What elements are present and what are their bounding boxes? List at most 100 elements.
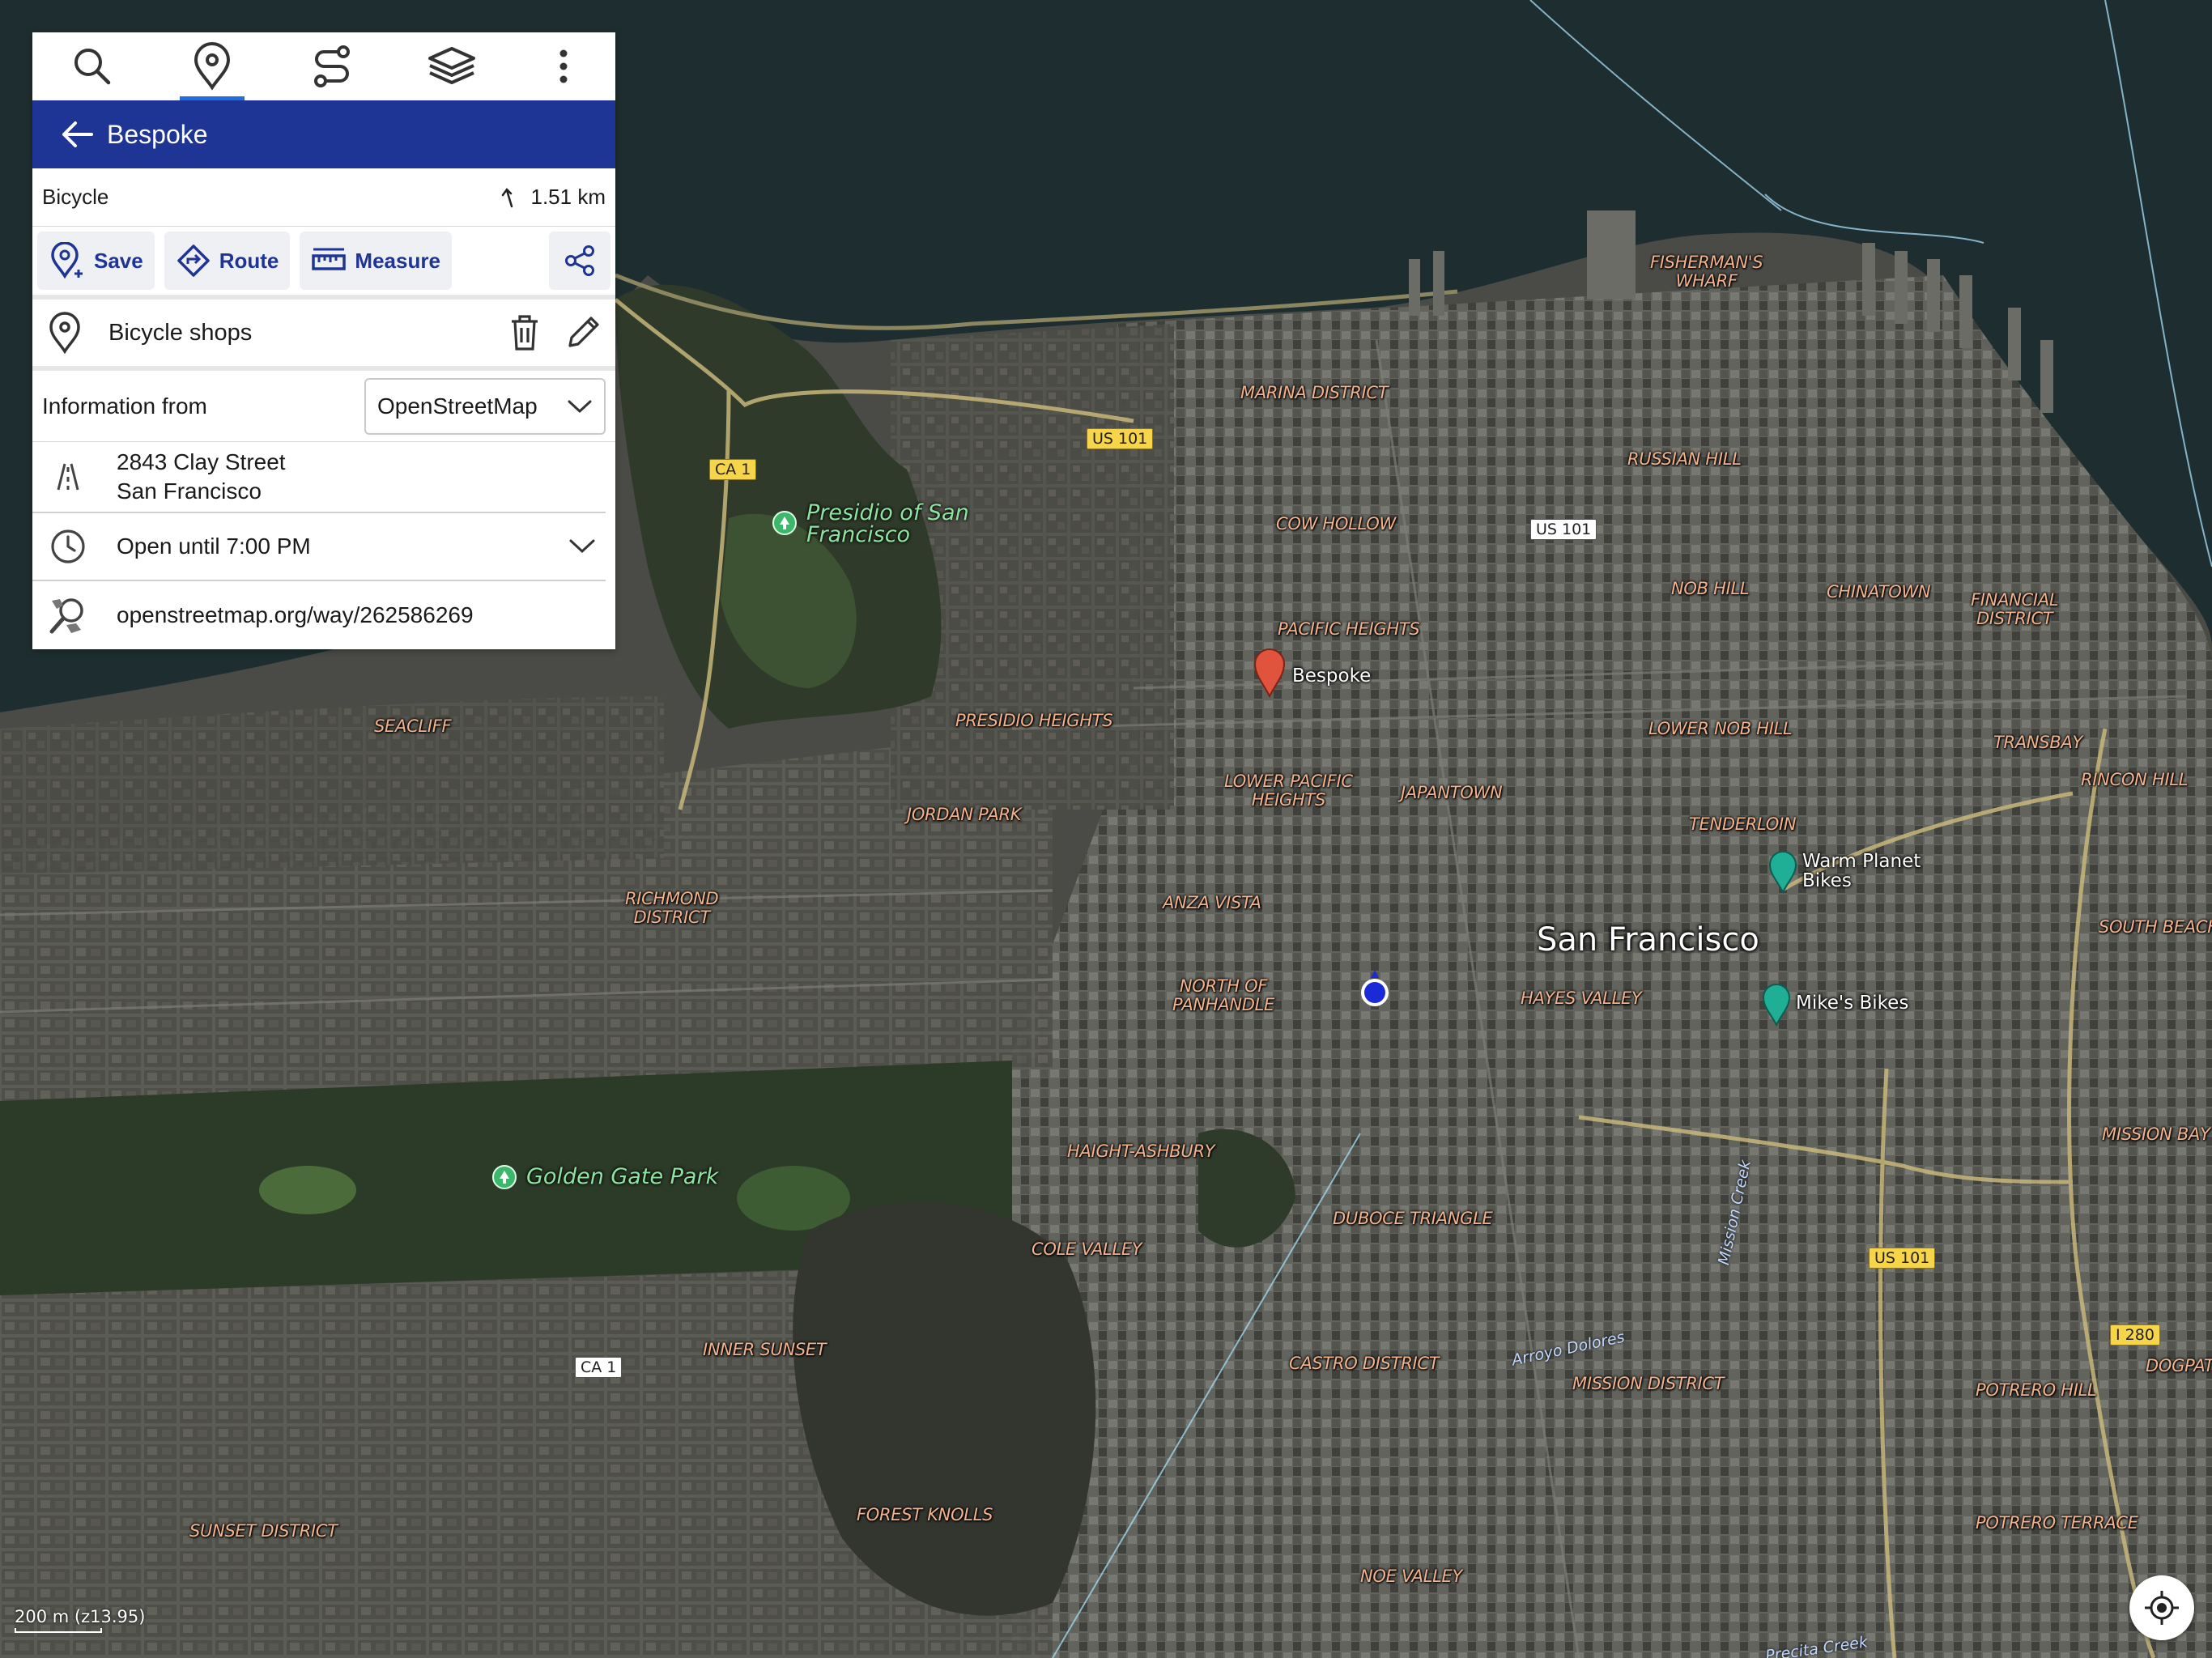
clock-icon bbox=[42, 528, 94, 565]
poi-label-bespoke: Bespoke bbox=[1292, 665, 1372, 687]
district-label: FINANCIAL DISTRICT bbox=[1971, 590, 2059, 628]
address-line2: San Francisco bbox=[117, 478, 262, 504]
opening-hours: Open until 7:00 PM bbox=[117, 534, 311, 559]
district-label: ANZA VISTA bbox=[1163, 893, 1261, 912]
osm-link[interactable]: openstreetmap.org/way/262586269 bbox=[117, 602, 474, 628]
chevron-down-icon bbox=[568, 400, 592, 413]
locate-me-button[interactable] bbox=[2129, 1575, 2194, 1640]
district-label: POTRERO TERRACE bbox=[1976, 1513, 2138, 1533]
poi-marker-mikes-bikes[interactable] bbox=[1762, 983, 1791, 1031]
park-label-presidio: Presidio of San Francisco bbox=[806, 500, 969, 547]
distance-value: 1.51 km bbox=[530, 185, 606, 209]
address-line1: 2843 Clay Street bbox=[117, 449, 286, 474]
category-label: Bicycle shops bbox=[108, 319, 253, 346]
places-tab-button[interactable] bbox=[152, 32, 272, 100]
district-label: MISSION BAY bbox=[2102, 1124, 2210, 1144]
district-label: SUNSET DISTRICT bbox=[189, 1521, 338, 1541]
city-label: San Francisco bbox=[1537, 921, 1759, 959]
poi-label-mikes-bikes: Mike's Bikes bbox=[1796, 993, 1909, 1014]
more-vertical-icon bbox=[559, 49, 568, 83]
place-type: Bicycle bbox=[42, 185, 109, 209]
panel-header: Bespoke bbox=[32, 100, 615, 168]
route-button[interactable]: Route bbox=[164, 232, 291, 290]
layers-button[interactable] bbox=[392, 32, 512, 100]
info-source-value: OpenStreetMap bbox=[377, 393, 538, 419]
directions-icon bbox=[177, 244, 210, 277]
district-label: MISSION DISTRICT bbox=[1572, 1374, 1725, 1393]
district-label: TRANSBAY bbox=[1993, 733, 2083, 752]
place-type-row: Bicycle 1.51 km bbox=[32, 168, 615, 227]
district-label: PACIFIC HEIGHTS bbox=[1278, 619, 1420, 639]
save-button[interactable]: Save bbox=[37, 232, 155, 290]
place-title: Bespoke bbox=[107, 119, 208, 149]
share-button[interactable] bbox=[549, 232, 610, 290]
map-scale: 200 m (z13.95) bbox=[15, 1607, 145, 1633]
search-button[interactable] bbox=[32, 32, 152, 100]
road-icon bbox=[42, 461, 94, 493]
action-bar: Save Route Measure bbox=[32, 227, 615, 300]
distance-indicator: 1.51 km bbox=[500, 185, 606, 210]
park-label-golden-gate: Golden Gate Park bbox=[526, 1164, 719, 1189]
district-label: TENDERLOIN bbox=[1689, 814, 1797, 834]
poi-marker-bespoke[interactable] bbox=[1253, 648, 1286, 702]
direction-arrow-icon bbox=[501, 187, 513, 207]
district-label: PRESIDIO HEIGHTS bbox=[955, 711, 1113, 730]
delete-button[interactable] bbox=[502, 313, 547, 352]
district-label: COW HOLLOW bbox=[1276, 514, 1396, 534]
crosshair-icon bbox=[2145, 1591, 2179, 1625]
info-source-label: Information from bbox=[42, 393, 207, 419]
measure-button[interactable]: Measure bbox=[300, 232, 452, 290]
district-label: NORTH OF PANHANDLE bbox=[1172, 976, 1274, 1014]
poi-marker-warm-planet-bikes[interactable] bbox=[1768, 850, 1797, 898]
search-icon bbox=[74, 49, 111, 85]
road-shield-ca1: CA 1 bbox=[709, 459, 757, 480]
district-label: JAPANTOWN bbox=[1401, 783, 1503, 802]
district-label: CASTRO DISTRICT bbox=[1289, 1354, 1440, 1373]
district-label: FISHERMAN'S WHARF bbox=[1650, 253, 1763, 291]
save-label: Save bbox=[94, 248, 143, 273]
road-shield-us101: US 101 bbox=[1087, 428, 1154, 449]
chevron-down-icon bbox=[569, 539, 595, 554]
routes-button[interactable] bbox=[272, 32, 392, 100]
district-label: CHINATOWN bbox=[1827, 582, 1931, 602]
category-row: Bicycle shops bbox=[32, 300, 615, 371]
district-label: HAYES VALLEY bbox=[1521, 988, 1642, 1008]
district-label: SOUTH BEACH bbox=[2099, 917, 2212, 937]
address-row: 2843 Clay Street San Francisco bbox=[32, 442, 606, 513]
source-link-row[interactable]: openstreetmap.org/way/262586269 bbox=[32, 581, 606, 649]
district-label: DUBOCE TRIANGLE bbox=[1333, 1209, 1493, 1228]
district-label: RINCON HILL bbox=[2081, 770, 2189, 789]
road-shield-us101: US 101 bbox=[1869, 1248, 1936, 1269]
district-label: POTRERO HILL bbox=[1976, 1380, 2097, 1400]
district-label: HAIGHT-ASHBURY bbox=[1067, 1141, 1215, 1161]
road-shield-ca1: CA 1 bbox=[575, 1357, 623, 1378]
hours-row[interactable]: Open until 7:00 PM bbox=[32, 513, 606, 581]
district-label: DOGPATCH bbox=[2146, 1356, 2212, 1375]
route-icon bbox=[314, 45, 350, 87]
district-label: FOREST KNOLLS bbox=[857, 1505, 993, 1524]
pencil-icon bbox=[568, 317, 599, 347]
more-menu-button[interactable] bbox=[512, 32, 615, 100]
info-source-select[interactable]: OpenStreetMap bbox=[364, 377, 606, 435]
park-tree-icon bbox=[492, 1165, 517, 1189]
place-details-panel: Bespoke Bicycle 1.51 km Save Route Measu… bbox=[32, 32, 615, 649]
district-label: LOWER PACIFIC HEIGHTS bbox=[1224, 772, 1353, 810]
info-source-row: Information from OpenStreetMap bbox=[32, 371, 615, 442]
district-label: COLE VALLEY bbox=[1032, 1239, 1142, 1259]
road-shield-i280: I 280 bbox=[2110, 1324, 2160, 1346]
address-text: 2843 Clay Street San Francisco bbox=[117, 448, 286, 506]
district-label: NOE VALLEY bbox=[1360, 1567, 1462, 1586]
map-pin-icon bbox=[194, 42, 231, 91]
ruler-icon bbox=[312, 248, 347, 270]
district-label: MARINA DISTRICT bbox=[1240, 383, 1389, 402]
district-label: NOB HILL bbox=[1671, 579, 1750, 598]
share-icon bbox=[565, 245, 594, 276]
measure-label: Measure bbox=[355, 248, 440, 273]
district-label: SEACLIFF bbox=[374, 716, 452, 736]
park-tree-icon bbox=[772, 511, 797, 535]
poi-label-warm-planet-bikes: Warm Planet Bikes bbox=[1802, 851, 1921, 891]
add-pin-icon bbox=[51, 242, 83, 279]
district-label: RICHMOND DISTRICT bbox=[625, 889, 719, 927]
district-label: JORDAN PARK bbox=[907, 805, 1022, 824]
edit-button[interactable] bbox=[560, 313, 606, 352]
